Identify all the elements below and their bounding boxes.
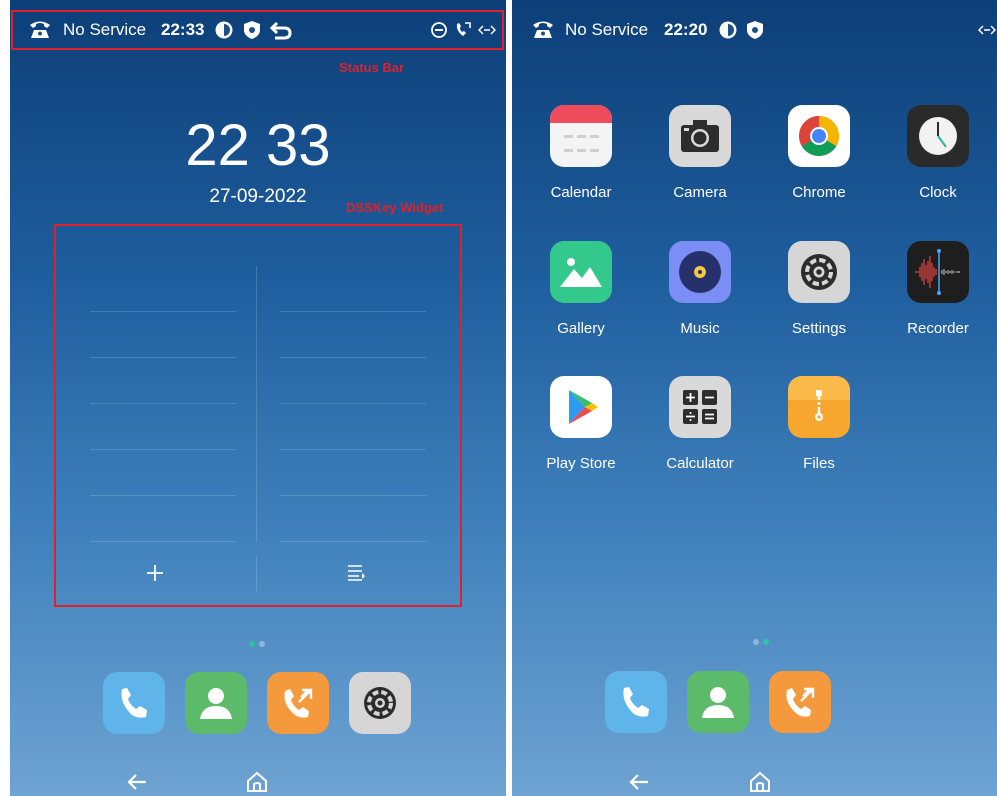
- contacts-icon: [702, 687, 734, 718]
- dsskey-slot[interactable]: [280, 449, 426, 450]
- phone-icon: [623, 687, 649, 717]
- app-label: Calculator: [666, 455, 734, 472]
- app-play-store[interactable]: Play Store: [526, 376, 636, 472]
- app-recorder[interactable]: Recorder: [883, 241, 993, 337]
- clock-icon: [907, 105, 969, 167]
- call-history-app[interactable]: [267, 672, 329, 734]
- app-label: Clock: [919, 184, 957, 201]
- dsskey-slot[interactable]: [280, 403, 426, 404]
- app-calculator[interactable]: Calculator: [645, 376, 755, 472]
- contacts-app[interactable]: [687, 671, 749, 733]
- data-transfer-icon: [978, 25, 996, 35]
- app-label: Play Store: [546, 455, 616, 472]
- call-history-icon: [786, 687, 815, 717]
- dsskey-slot[interactable]: [90, 311, 236, 312]
- app-label: Recorder: [907, 320, 969, 337]
- plus-icon[interactable]: [146, 564, 164, 582]
- home-icon[interactable]: [749, 771, 771, 793]
- settings-icon: [788, 241, 850, 303]
- dsskey-annotation-box: [54, 224, 462, 607]
- status-bar-annotation-label: Status Bar: [339, 60, 405, 75]
- calendar-icon: [550, 105, 612, 167]
- list-menu-icon[interactable]: [347, 564, 367, 582]
- widget-column-divider: [256, 266, 257, 542]
- page-dot: [259, 641, 265, 647]
- camera-icon: [669, 105, 731, 167]
- lock-screen: No Service 22:33 Status Bar 22 33 27-09-…: [10, 0, 506, 796]
- calculator-icon: [669, 376, 731, 438]
- app-label: Camera: [673, 184, 727, 201]
- lock-clock: 22 33: [185, 113, 331, 178]
- recorder-icon: [907, 241, 969, 303]
- phone-icon: [121, 688, 147, 718]
- phone-app[interactable]: [103, 672, 165, 734]
- call-history-app[interactable]: [769, 671, 831, 733]
- app-calendar[interactable]: Calendar: [526, 105, 636, 201]
- dsskey-slot[interactable]: [280, 311, 426, 312]
- dsskey-slot[interactable]: [90, 541, 236, 542]
- app-label: Settings: [791, 320, 847, 337]
- settings-app[interactable]: [349, 672, 411, 734]
- dsskey-slot[interactable]: [90, 449, 236, 450]
- page-dot-active: [763, 639, 769, 645]
- dsskey-slot[interactable]: [280, 495, 426, 496]
- app-label: Files: [803, 455, 835, 472]
- back-arrow-icon[interactable]: [126, 773, 148, 791]
- app-files[interactable]: Files: [764, 376, 874, 472]
- files-icon: [788, 376, 850, 438]
- dsskey-slot[interactable]: [280, 541, 426, 542]
- app-chrome[interactable]: Chrome: [764, 105, 874, 201]
- network-status: No Service: [565, 20, 649, 39]
- app-label: Music: [680, 320, 720, 337]
- status-bar-annotation-box: [11, 10, 504, 50]
- app-label: Chrome: [792, 184, 846, 201]
- page-dot: [753, 639, 759, 645]
- music-icon: [669, 241, 731, 303]
- back-arrow-icon[interactable]: [628, 773, 650, 791]
- status-bar: No Service 22:20: [512, 8, 997, 52]
- app-gallery[interactable]: Gallery: [526, 241, 636, 337]
- dsskey-slot[interactable]: [90, 495, 236, 496]
- dsskey-slot[interactable]: [90, 357, 236, 358]
- app-label: Gallery: [557, 320, 605, 337]
- page-dot-active: [249, 641, 255, 647]
- dsskey-widget[interactable]: [54, 224, 462, 607]
- app-music[interactable]: Music: [645, 241, 755, 337]
- home-screen: No Service 22:20 Calendar Camera Chrome …: [512, 0, 997, 796]
- chrome-icon: [788, 105, 850, 167]
- play-store-icon: [550, 376, 612, 438]
- app-settings[interactable]: Settings: [764, 241, 874, 337]
- status-time: 22:20: [664, 20, 708, 39]
- contacts-icon: [200, 688, 232, 719]
- contacts-app[interactable]: [185, 672, 247, 734]
- settings-icon: [364, 687, 396, 719]
- app-clock[interactable]: Clock: [883, 105, 993, 201]
- dsskey-annotation-label: DSSKey Widget: [346, 200, 444, 215]
- call-history-icon: [284, 688, 313, 718]
- gallery-icon: [550, 241, 612, 303]
- dsskey-slot[interactable]: [280, 357, 426, 358]
- widget-button-divider: [256, 556, 257, 592]
- home-icon[interactable]: [246, 771, 268, 793]
- shield-icon: [747, 21, 763, 39]
- phone-app[interactable]: [605, 671, 667, 733]
- app-camera[interactable]: Camera: [645, 105, 755, 201]
- app-label: Calendar: [550, 184, 612, 201]
- dsskey-slot[interactable]: [90, 403, 236, 404]
- phone-handset-icon: [533, 21, 553, 38]
- data-saver-icon: [719, 21, 737, 39]
